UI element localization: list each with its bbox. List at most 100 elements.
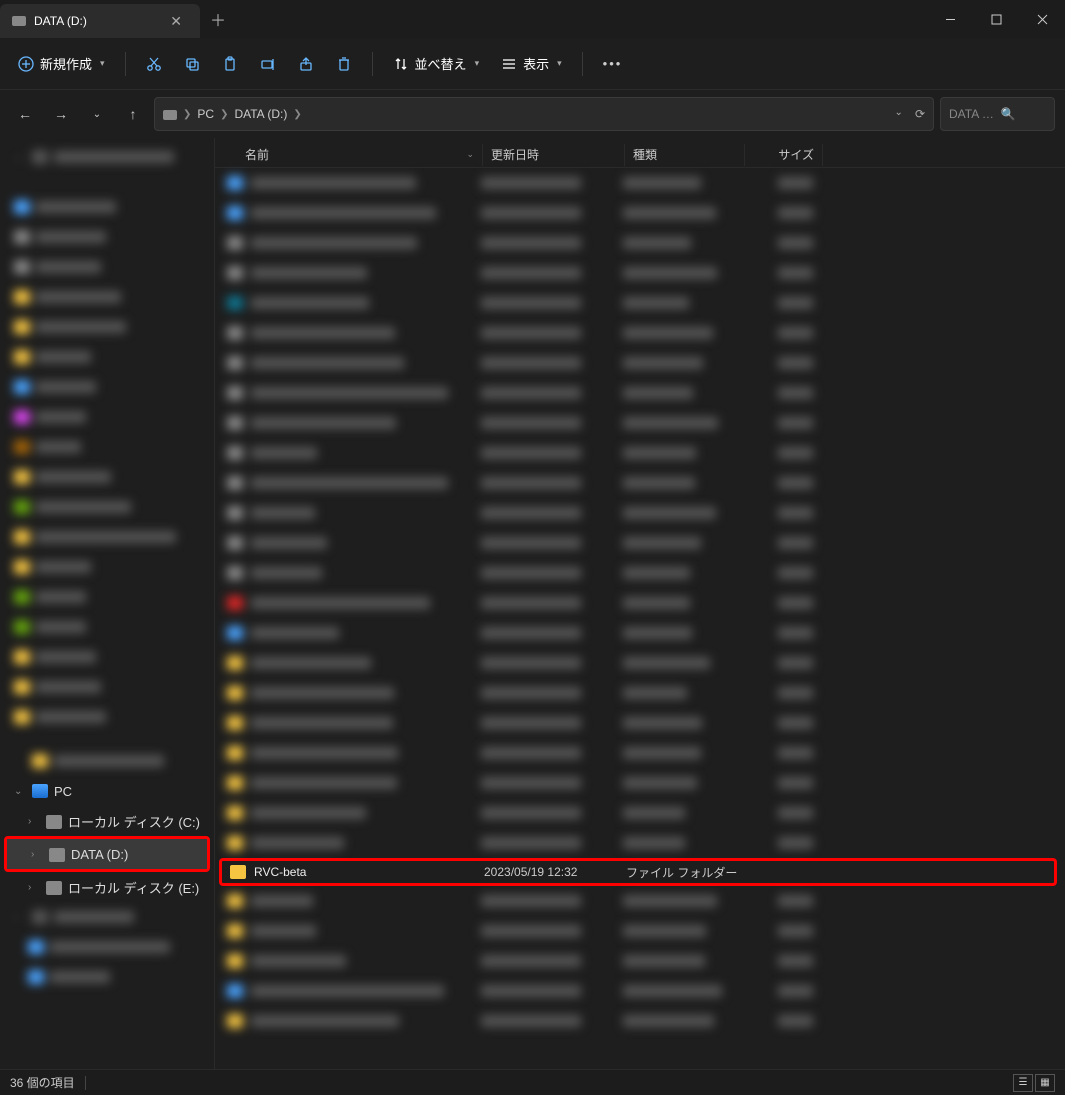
sidebar-item-blurred[interactable] (0, 312, 214, 342)
file-row-blurred[interactable] (215, 886, 1065, 916)
maximize-button[interactable] (973, 0, 1019, 38)
breadcrumb-drive[interactable]: DATA (D:) (234, 107, 287, 121)
sidebar-item-blurred[interactable]: › (0, 902, 214, 932)
file-date: 2023/05/19 12:32 (484, 865, 626, 879)
file-row-blurred[interactable] (215, 678, 1065, 708)
column-type[interactable]: 種類 (625, 144, 745, 166)
file-row-blurred[interactable] (215, 468, 1065, 498)
sidebar-item-blurred[interactable] (0, 372, 214, 402)
file-row-blurred[interactable] (215, 976, 1065, 1006)
statusbar: 36 個の項目 ☰ ▦ (0, 1069, 1065, 1095)
view-icons-button[interactable]: ▦ (1035, 1074, 1055, 1092)
sidebar-item-blurred[interactable] (0, 612, 214, 642)
view-button[interactable]: 表示 ▾ (493, 48, 570, 79)
tab-close-icon[interactable]: ✕ (164, 11, 188, 32)
new-tab-button[interactable]: ＋ (200, 0, 236, 38)
file-row-blurred[interactable] (215, 408, 1065, 438)
address-dropdown-icon[interactable]: ⌄ (895, 107, 903, 121)
sidebar-item-blurred[interactable] (0, 492, 214, 522)
file-row-blurred[interactable] (215, 528, 1065, 558)
file-row-blurred[interactable] (215, 916, 1065, 946)
file-row-blurred[interactable] (215, 828, 1065, 858)
file-row-blurred[interactable] (215, 198, 1065, 228)
recent-button[interactable]: ⌄ (82, 99, 112, 129)
breadcrumb-separator-icon: ❯ (183, 109, 191, 120)
sidebar-item-blurred[interactable] (0, 462, 214, 492)
share-button[interactable] (290, 50, 322, 78)
file-row-blurred[interactable] (215, 258, 1065, 288)
file-row-blurred[interactable] (215, 378, 1065, 408)
drive-icon (163, 110, 177, 120)
sort-button[interactable]: 並べ替え ▾ (385, 48, 488, 79)
sidebar-item-blurred[interactable] (0, 552, 214, 582)
address-bar[interactable]: ❯ PC ❯ DATA (D:) ❯ ⌄ ⟳ (154, 97, 934, 131)
search-input[interactable]: DATA (D:)... 🔍 (940, 97, 1055, 131)
sidebar-item-blurred[interactable] (0, 702, 214, 732)
cut-button[interactable] (138, 50, 170, 78)
sidebar-item-blurred[interactable] (0, 932, 214, 962)
sidebar-item-blurred[interactable] (0, 582, 214, 612)
new-button[interactable]: 新規作成 ▾ (10, 48, 113, 79)
close-button[interactable] (1019, 0, 1065, 38)
file-row-blurred[interactable] (215, 228, 1065, 258)
sidebar-item-blurred[interactable] (0, 432, 214, 462)
sidebar-item-blurred[interactable] (0, 222, 214, 252)
file-type: ファイル フォルダー (626, 864, 746, 881)
file-row-blurred[interactable] (215, 288, 1065, 318)
file-row-blurred[interactable] (215, 558, 1065, 588)
sidebar-item-drive-d[interactable]: ›DATA (D:) (7, 839, 207, 869)
file-row-blurred[interactable] (215, 168, 1065, 198)
file-row-blurred[interactable] (215, 738, 1065, 768)
forward-button[interactable]: → (46, 99, 76, 129)
column-name[interactable]: 名前⌄ (215, 144, 483, 166)
view-details-button[interactable]: ☰ (1013, 1074, 1033, 1092)
toolbar: 新規作成 ▾ 並べ替え ▾ 表示 ▾ ••• (0, 38, 1065, 90)
sidebar-item-blurred[interactable] (0, 402, 214, 432)
file-row-blurred[interactable] (215, 648, 1065, 678)
paste-button[interactable] (214, 50, 246, 78)
file-row-rvc-beta[interactable]: RVC-beta 2023/05/19 12:32 ファイル フォルダー (219, 858, 1057, 886)
file-row-blurred[interactable] (215, 438, 1065, 468)
tab-current[interactable]: DATA (D:) ✕ (0, 4, 200, 38)
file-row-blurred[interactable] (215, 498, 1065, 528)
sidebar-item-blurred[interactable] (0, 672, 214, 702)
sidebar-item-pc[interactable]: ⌄PC (0, 776, 214, 806)
sidebar-item-drive-c[interactable]: ›ローカル ディスク (C:) (0, 806, 214, 836)
file-row-blurred[interactable] (215, 618, 1065, 648)
breadcrumb-separator-icon: ❯ (220, 109, 228, 120)
more-button[interactable]: ••• (595, 56, 631, 71)
file-row-blurred[interactable] (215, 946, 1065, 976)
sidebar-drive-d-label: DATA (D:) (71, 847, 128, 862)
sidebar-item-blurred[interactable] (0, 962, 214, 992)
search-icon: 🔍 (1001, 107, 1047, 121)
sidebar-item-drive-e[interactable]: ›ローカル ディスク (E:) (0, 872, 214, 902)
file-row-blurred[interactable] (215, 318, 1065, 348)
file-row-blurred[interactable] (215, 708, 1065, 738)
back-button[interactable]: ← (10, 99, 40, 129)
refresh-icon[interactable]: ⟳ (915, 107, 925, 121)
file-row-blurred[interactable] (215, 588, 1065, 618)
minimize-button[interactable] (927, 0, 973, 38)
copy-button[interactable] (176, 50, 208, 78)
sidebar-item-blurred[interactable] (0, 252, 214, 282)
file-row-blurred[interactable] (215, 348, 1065, 378)
delete-button[interactable] (328, 50, 360, 78)
up-button[interactable]: ↑ (118, 99, 148, 129)
breadcrumb-pc[interactable]: PC (197, 107, 214, 121)
file-row-blurred[interactable] (215, 768, 1065, 798)
file-row-blurred[interactable] (215, 798, 1065, 828)
sidebar-pc-label: PC (54, 784, 72, 799)
sidebar-item-blurred[interactable] (0, 522, 214, 552)
sidebar-item-blurred[interactable] (0, 342, 214, 372)
sidebar-item-blurred[interactable] (0, 282, 214, 312)
column-date[interactable]: 更新日時 (483, 144, 625, 166)
status-count: 36 個の項目 (10, 1074, 75, 1091)
sidebar-item-blurred[interactable] (0, 746, 214, 776)
sidebar-item-blurred[interactable]: ⌄ (0, 142, 214, 172)
column-size[interactable]: サイズ (745, 144, 823, 166)
sidebar-item-blurred[interactable] (0, 192, 214, 222)
rename-button[interactable] (252, 50, 284, 78)
view-label: 表示 (523, 54, 549, 73)
sidebar-item-blurred[interactable] (0, 642, 214, 672)
file-row-blurred[interactable] (215, 1006, 1065, 1036)
